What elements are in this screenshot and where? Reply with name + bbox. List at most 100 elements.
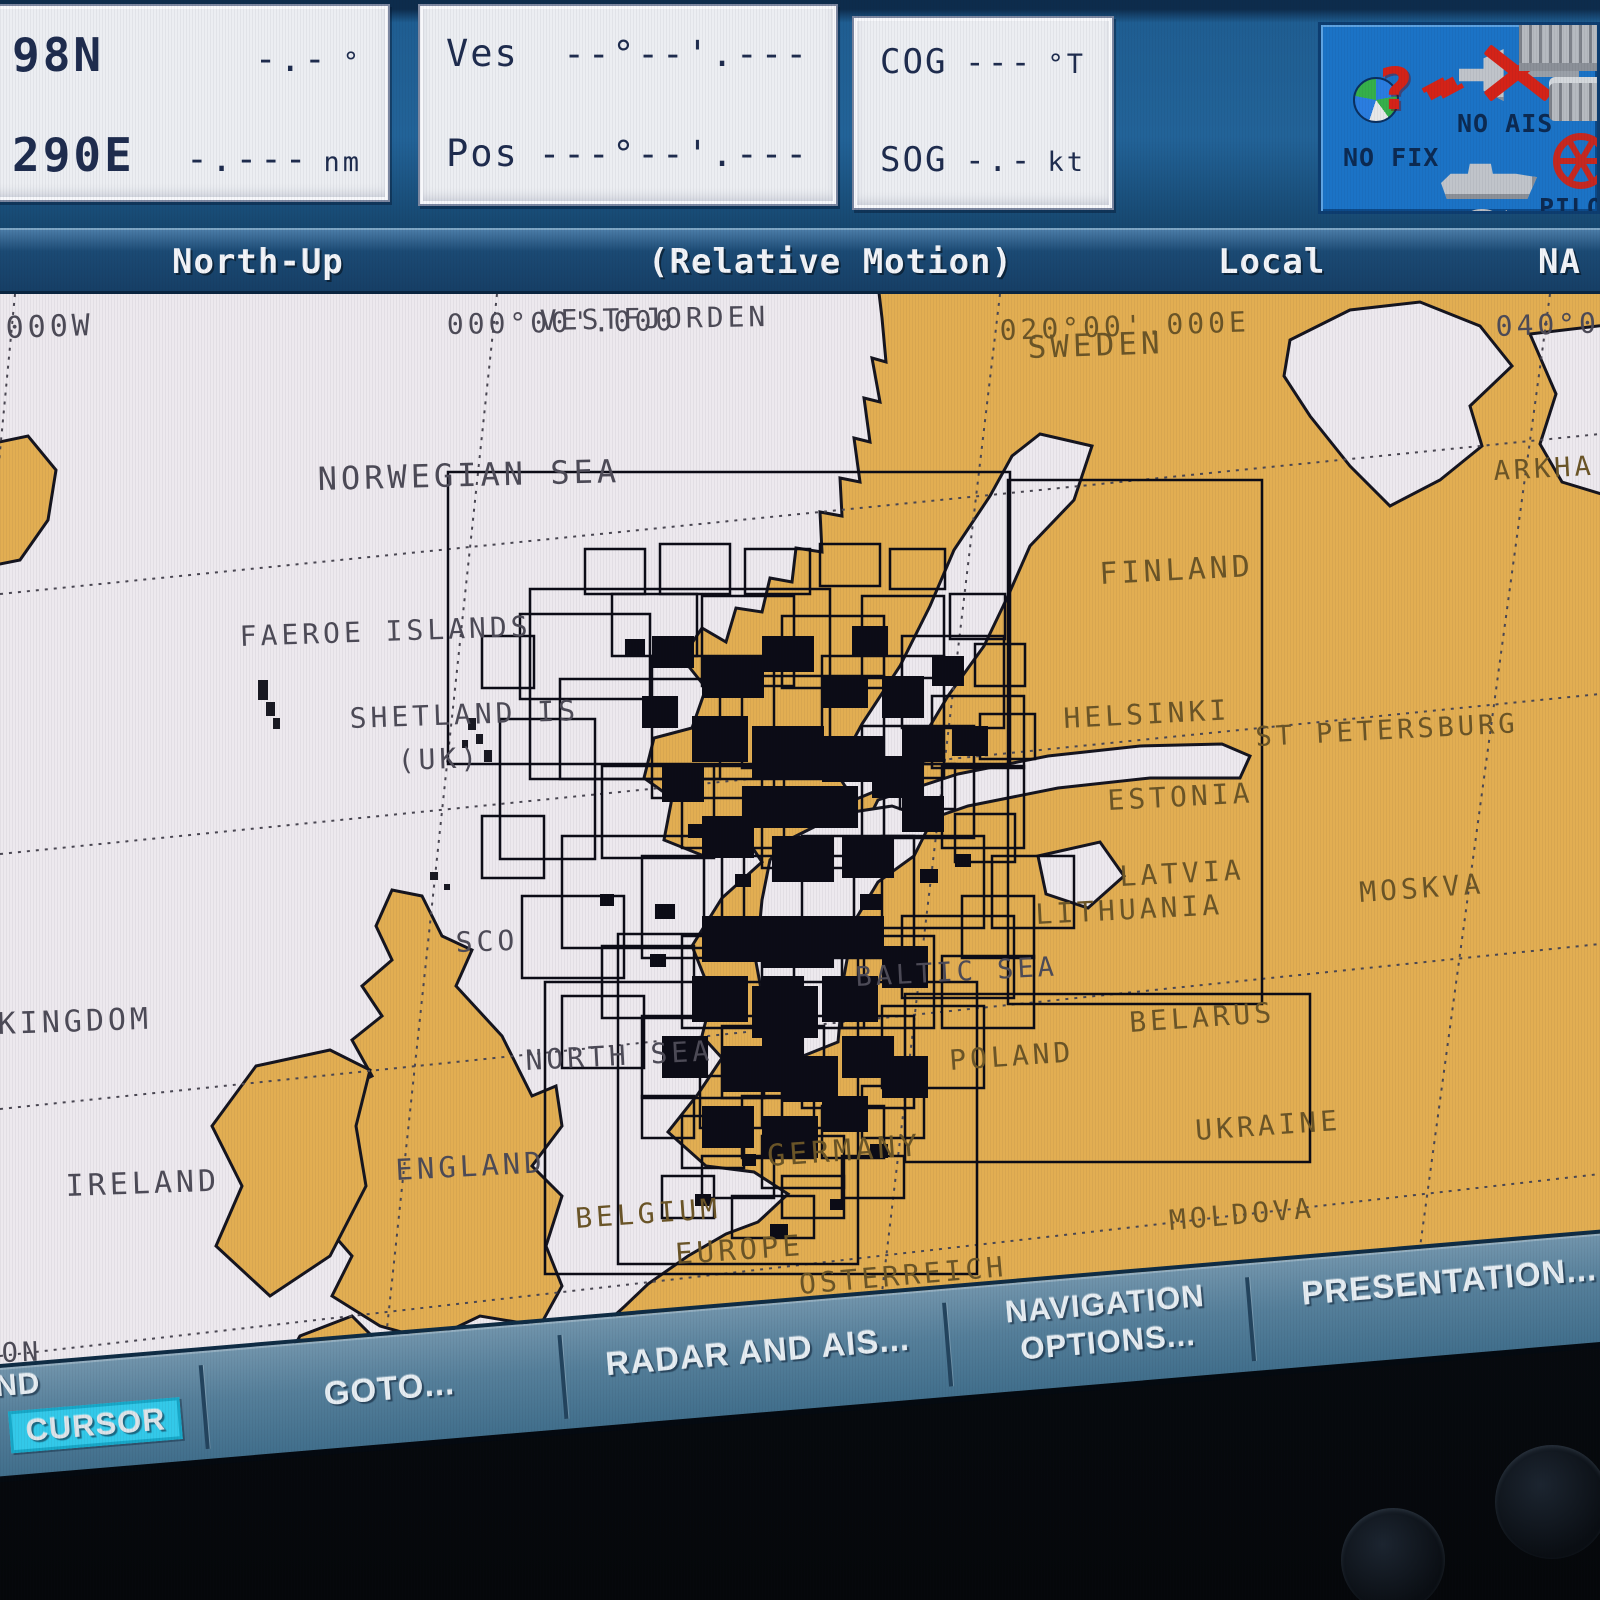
chart-extent-rect — [952, 726, 988, 756]
chart-extent-rect — [642, 696, 678, 728]
fish-icon — [1467, 209, 1497, 214]
orientation-mode[interactable]: North-Up — [172, 242, 344, 282]
map-label-kingdom: KINGDOM — [0, 1002, 153, 1042]
menu-item-goto[interactable]: GOTO... — [238, 1357, 540, 1420]
time-reference-mode[interactable]: Local — [1218, 242, 1325, 282]
pilot-wheel-icon — [1553, 133, 1600, 189]
chart-extent-rect — [735, 874, 751, 887]
map-label-uk: (UK) — [397, 741, 482, 777]
satellite-icon — [1426, 77, 1458, 101]
chart-extent-rect — [655, 904, 675, 919]
no-fix-indicator: NO FIX — [1343, 143, 1439, 172]
ecdis-screen: 98N -.-° 290E -.---nm Ves --°--'.--- Pos… — [0, 0, 1600, 1600]
menu-item-ind-partial[interactable]: IND — [0, 1367, 42, 1405]
equipment-icon — [1519, 22, 1600, 71]
chart-extent-rect — [650, 954, 666, 967]
cog-sog-panel: COG ---°T SOG -.-kt — [852, 16, 1114, 210]
alert-indicator-panel: ? NO FIX NO AIS PILO — [1318, 22, 1600, 214]
menu-divider — [557, 1335, 568, 1419]
vessel-value: --°--'.--- — [563, 34, 810, 75]
chart-display[interactable]: 000W000°00'.000VESTFJORDEN020°00'.000ESW… — [0, 294, 1600, 1394]
menu-item-cursor[interactable]: CURSOR — [8, 1397, 183, 1453]
mode-bar: North-Up (Relative Motion) Local NA — [0, 228, 1600, 294]
mode-bar-partial-label: NA — [1538, 242, 1581, 282]
chart-extent-rect — [802, 786, 858, 828]
chart-extent-rect — [702, 916, 764, 962]
islet — [430, 872, 438, 880]
chart-extent-rect — [932, 656, 964, 686]
chart-extent-rect — [688, 824, 706, 838]
chart-extent-rect — [742, 1154, 756, 1166]
menu-item-radar-and-ais[interactable]: RADAR AND AIS... — [577, 1318, 939, 1386]
map-label-sco: SCO — [455, 924, 519, 959]
islet — [266, 702, 275, 716]
chart-extent-rect — [625, 639, 645, 655]
map-label-000w: 000W — [5, 308, 94, 346]
chart-extent-rect — [702, 656, 764, 698]
motion-mode[interactable]: (Relative Motion) — [648, 242, 1013, 282]
menu-item-navigation-options[interactable]: NAVIGATION OPTIONS... — [959, 1273, 1254, 1373]
map-label-sweden: SWEDEN — [1027, 325, 1164, 366]
chart-extent-rect — [600, 894, 614, 906]
status-bar: 98N -.-° 290E -.---nm Ves --°--'.--- Pos… — [0, 0, 1600, 228]
vessel-label: Ves — [446, 32, 519, 75]
menu-divider — [942, 1303, 953, 1387]
chart-extent-rect — [920, 869, 938, 883]
vessel-position-panel: Ves --°--'.--- Pos ---°--'.--- — [418, 4, 838, 206]
chart-extent-rect — [702, 1106, 754, 1148]
map-label-ireland: IRELAND — [65, 1164, 221, 1204]
pilot-indicator: PILO — [1539, 193, 1600, 214]
chart-extent-rect — [872, 756, 924, 798]
latitude-readout: 98N — [12, 28, 104, 82]
question-mark-icon: ? — [1379, 55, 1413, 123]
map-label-040-00: 040°00 — [1495, 306, 1600, 343]
chart-extent-rect — [955, 854, 971, 867]
chart-extent-rect — [715, 989, 729, 1001]
map-label-vestfjorden: VESTFJORDEN — [540, 300, 770, 337]
chart-extent-rect — [830, 1199, 844, 1210]
pos-value: ---°--'.--- — [539, 134, 810, 175]
chart-extent-rect — [702, 816, 754, 858]
map-label-norwegian-sea: NORWEGIAN SEA — [317, 452, 620, 498]
monitor-knob[interactable] — [1495, 1445, 1600, 1559]
chart-extent-rect — [902, 796, 944, 832]
menu-divider — [199, 1365, 210, 1449]
chart-extent-rect — [882, 676, 924, 718]
chart-extent-rect — [762, 916, 834, 968]
chart-extent-rect — [782, 1056, 838, 1102]
islet — [444, 884, 450, 890]
chart-extent-rect — [852, 626, 888, 656]
menu-item-presentation[interactable]: PRESENTATION... — [1263, 1247, 1600, 1316]
chart-extent-rect — [752, 726, 824, 778]
chart-extent-rect — [662, 766, 704, 802]
chart-extent-rect — [882, 1056, 928, 1098]
cog-label: COG — [880, 42, 947, 82]
chart-extent-rect — [860, 894, 882, 910]
chart-extent-rect — [762, 636, 814, 672]
range-value: -.---nm — [186, 139, 362, 180]
no-ais-indicator: NO AIS — [1457, 109, 1553, 138]
sog-value: -.-kt — [965, 140, 1086, 179]
chart-extent-rect — [832, 916, 884, 958]
chart-extent-rect — [842, 836, 894, 878]
longitude-readout: 290E — [12, 128, 135, 182]
map-label-arkha: ARKHA — [1493, 451, 1596, 487]
chart-extent-rect — [775, 1014, 793, 1028]
chart-extent-rect — [692, 716, 748, 762]
sog-label: SOG — [880, 140, 947, 180]
chart-extent-rect — [822, 676, 868, 708]
chart-extent-rect — [772, 836, 834, 882]
map-label-latvia: LATVIA — [1119, 853, 1246, 893]
bearing-value: -.-° — [255, 39, 362, 80]
chart-extent-rect — [902, 726, 944, 762]
ship-icon — [1441, 157, 1537, 199]
equipment-icon — [1549, 77, 1600, 121]
chart-extent-rect — [845, 994, 861, 1007]
islet — [258, 680, 268, 700]
chart-extent-rect — [652, 636, 694, 668]
islet — [273, 718, 280, 729]
pos-label: Pos — [446, 132, 519, 175]
chart-extent-rect — [822, 1096, 868, 1132]
cog-value: ---°T — [965, 42, 1086, 81]
cursor-position-panel: 98N -.-° 290E -.---nm — [0, 4, 390, 202]
